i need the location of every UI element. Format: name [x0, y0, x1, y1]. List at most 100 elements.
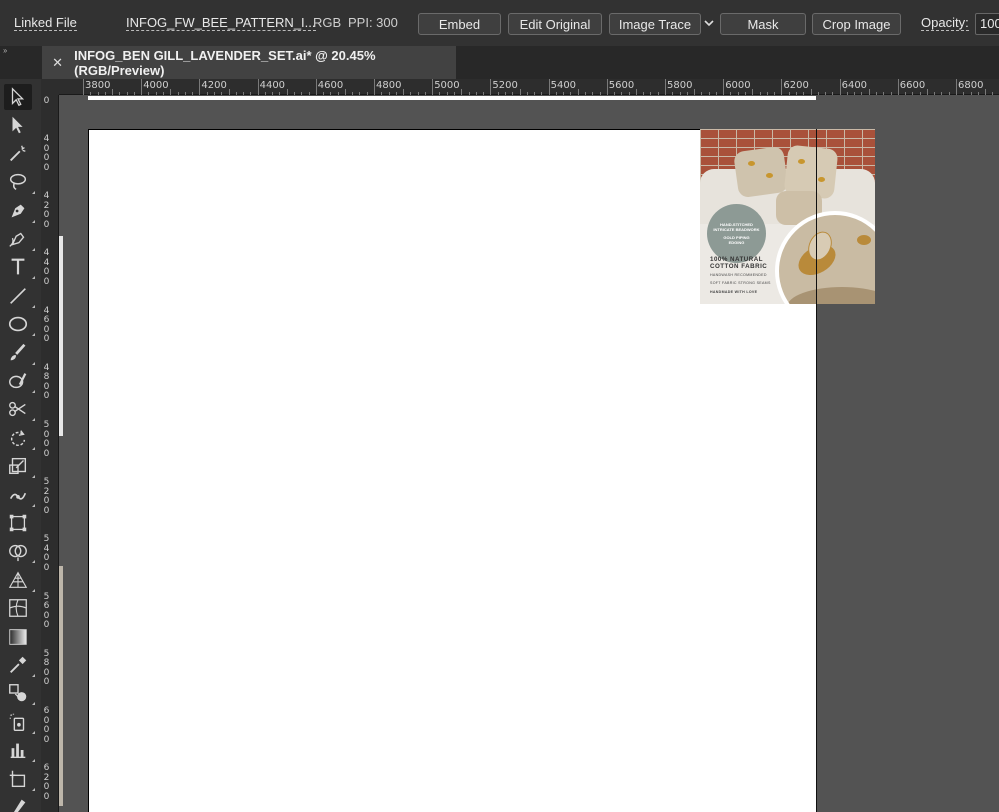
ruler-minor-tick	[177, 92, 179, 95]
slice-tool-icon[interactable]	[4, 794, 32, 812]
ruler-minor-tick	[883, 92, 885, 95]
ruler-minor-tick	[184, 92, 186, 95]
headline-line: COTTON FABRIC	[710, 263, 768, 270]
ruler-origin[interactable]	[41, 79, 59, 95]
artboard-tool-icon[interactable]	[4, 766, 35, 792]
type-tool-icon[interactable]	[4, 254, 35, 280]
color-mode-label: RGB	[313, 15, 342, 30]
symbol-sprayer-tool-icon[interactable]	[4, 709, 35, 735]
image-trace-chevron-down-icon[interactable]	[703, 15, 715, 31]
embed-button[interactable]: Embed	[418, 13, 501, 35]
ellipse-tool-icon[interactable]	[4, 311, 35, 337]
ruler-label: 4000	[43, 134, 50, 173]
opacity-label[interactable]: Opacity:	[921, 16, 969, 31]
gradient-tool-icon[interactable]	[4, 624, 32, 650]
document-tab-title: INFOG_BEN GILL_LAVENDER_SET.ai* @ 20.45%…	[74, 47, 376, 78]
ruler-label: 6000	[43, 706, 50, 745]
badge-text: EDGING	[728, 240, 745, 245]
free-transform-tool-icon[interactable]	[4, 510, 32, 536]
column-graph-tool-icon[interactable]	[4, 737, 35, 763]
offscreen-artwork-sliver	[59, 566, 63, 806]
badge-text: INTRICATE BEADWORK	[713, 227, 760, 232]
perspective-grid-tool-icon[interactable]	[4, 567, 35, 593]
ruler-minor-tick	[941, 92, 943, 95]
ruler-tick	[897, 79, 899, 95]
ruler-minor-tick	[483, 92, 485, 95]
vertical-ruler[interactable]: 0 4000 4200 4400 4600 4800 5000 5200 5400 5600 580…	[41, 95, 59, 812]
ruler-minor-tick	[614, 92, 616, 95]
linked-file-link[interactable]: Linked File	[14, 16, 77, 31]
ruler-minor-tick	[766, 92, 768, 95]
ruler-minor-tick	[919, 92, 921, 95]
curvature-tool-icon[interactable]	[4, 226, 35, 252]
ruler-minor-tick	[410, 92, 412, 95]
paintbrush-tool-icon[interactable]	[4, 340, 35, 366]
ruler-minor-tick	[599, 92, 601, 95]
magic-wand-tool-icon[interactable]	[4, 141, 32, 167]
ruler-label: 6400	[841, 80, 868, 91]
ruler-minor-tick	[759, 92, 761, 95]
ruler-minor-tick	[235, 92, 237, 95]
opacity-input[interactable]: 100	[975, 13, 999, 35]
ruler-minor-tick	[584, 92, 586, 95]
scissors-tool-icon[interactable]	[4, 396, 35, 422]
product-detail-text: HANDWASH RECOMMENDED	[710, 273, 767, 277]
puppet-warp-tool-icon[interactable]	[4, 482, 35, 508]
shape-builder-tool-icon[interactable]	[4, 538, 35, 564]
ruler-minor-tick	[366, 92, 368, 95]
linked-file-name-link[interactable]: INFOG_FW_BEE_PATTERN_I...	[126, 16, 316, 31]
headline-line: 100% NATURAL	[710, 256, 763, 263]
rotate-tool-icon[interactable]	[4, 425, 35, 451]
panel-collapse-icon[interactable]: ››	[3, 46, 7, 55]
ruler-minor-tick	[708, 92, 710, 95]
blend-tool-icon[interactable]	[4, 680, 35, 706]
ruler-minor-tick	[323, 92, 325, 95]
document-tab[interactable]: ✕ INFOG_BEN GILL_LAVENDER_SET.ai* @ 20.4…	[42, 46, 456, 79]
offscreen-artwork-sliver	[59, 236, 63, 436]
placed-linked-image[interactable]: HAND-STITCHED INTRICATE BEADWORK GOLD PI…	[700, 129, 875, 304]
scale-tool-icon[interactable]	[4, 453, 35, 479]
ruler-tick	[490, 79, 492, 95]
lasso-tool-icon[interactable]	[4, 169, 35, 195]
ruler-minor-tick	[912, 92, 914, 95]
ruler-minor-tick	[534, 92, 536, 95]
ruler-minor-tick	[97, 92, 99, 95]
selection-tool-icon[interactable]	[4, 84, 32, 110]
ruler-minor-tick	[737, 92, 739, 95]
artboard-above-edge	[88, 96, 816, 100]
ruler-minor-tick	[155, 92, 157, 95]
artboard-right-edge	[816, 129, 817, 812]
ruler-minor-tick	[803, 92, 805, 95]
ruler-minor-tick	[192, 92, 194, 95]
crop-image-button[interactable]: Crop Image	[812, 13, 901, 35]
horizontal-ruler[interactable]: 3800 4000 4200 4400 4600 4800 5000 5200 5400 5600…	[59, 79, 999, 95]
ruler-minor-tick	[890, 92, 892, 95]
ruler-minor-tick	[301, 92, 303, 95]
ruler-minor-tick	[926, 89, 928, 95]
ruler-label: 6200	[43, 763, 50, 802]
canvas[interactable]: HAND-STITCHED INTRICATE BEADWORK GOLD PI…	[59, 96, 999, 812]
line-segment-tool-icon[interactable]	[4, 283, 35, 309]
ruler-minor-tick	[293, 92, 295, 95]
shaper-tool-icon[interactable]	[4, 368, 35, 394]
eyedropper-tool-icon[interactable]	[4, 652, 35, 678]
product-headline: 100% NATURAL COTTON FABRIC	[710, 256, 767, 270]
ruler-minor-tick	[948, 92, 950, 95]
ruler-minor-tick	[286, 89, 288, 95]
ruler-minor-tick	[526, 92, 528, 95]
ruler-tick	[723, 79, 725, 95]
ruler-minor-tick	[330, 92, 332, 95]
close-icon[interactable]: ✕	[45, 55, 70, 71]
direct-selection-tool-icon[interactable]	[4, 112, 32, 138]
ruler-minor-tick	[825, 92, 827, 95]
ruler-minor-tick	[148, 92, 150, 95]
ruler-minor-tick	[454, 92, 456, 95]
mask-button[interactable]: Mask	[720, 13, 806, 35]
mesh-tool-icon[interactable]	[4, 595, 32, 621]
ruler-minor-tick	[795, 92, 797, 95]
ruler-minor-tick	[381, 92, 383, 95]
pen-tool-icon[interactable]	[4, 198, 35, 224]
image-trace-button[interactable]: Image Trace	[609, 13, 701, 35]
edit-original-button[interactable]: Edit Original	[508, 13, 602, 35]
ruler-tick	[548, 79, 550, 95]
